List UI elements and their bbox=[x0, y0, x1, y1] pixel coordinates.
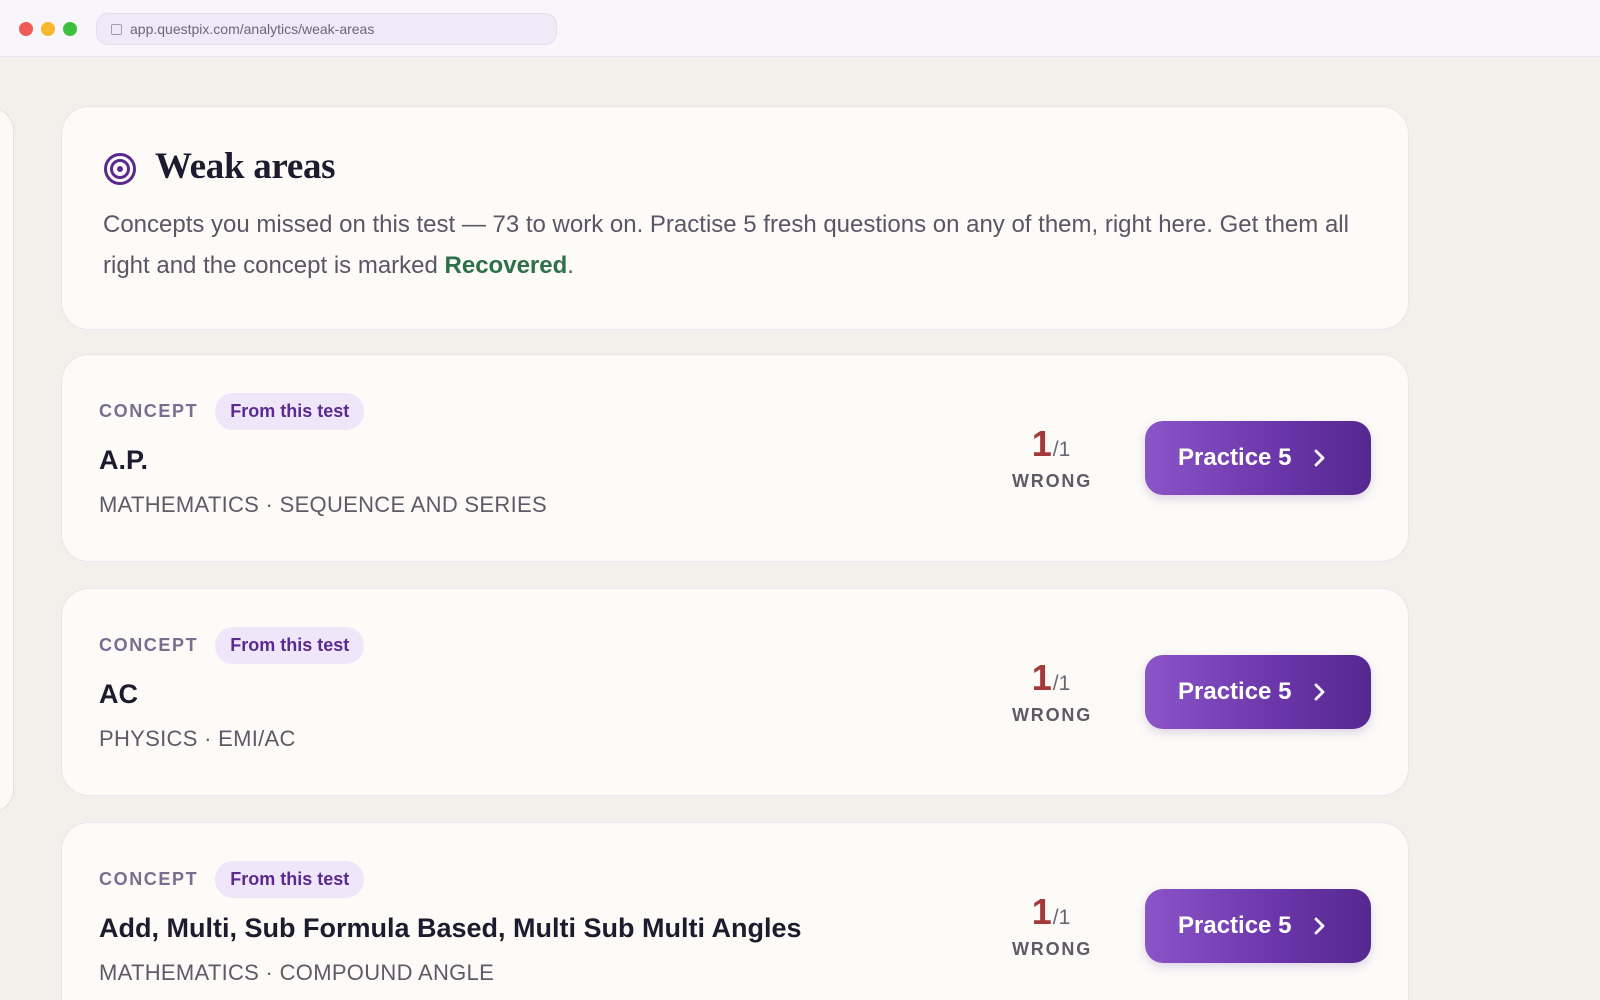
chevron-right-icon bbox=[1315, 683, 1325, 701]
wrong-label: WRONG bbox=[1012, 471, 1092, 491]
wrong-label: WRONG bbox=[1012, 939, 1092, 959]
wrong-score: 1 /1 WRONG bbox=[1012, 423, 1090, 492]
page-description: Concepts you missed on this test — 73 to… bbox=[103, 204, 1363, 286]
wrong-count: 1 bbox=[1031, 891, 1052, 932]
total-count: /1 bbox=[1052, 672, 1071, 695]
close-window-button[interactable] bbox=[19, 22, 33, 36]
from-test-badge: From this test bbox=[215, 627, 365, 664]
sidebar-panel-edge bbox=[0, 107, 14, 813]
concept-subject-chapter: PHYSICS · EMI/AC bbox=[99, 726, 296, 751]
page-icon bbox=[111, 23, 122, 35]
total-count: /1 bbox=[1052, 906, 1071, 929]
total-count: /1 bbox=[1052, 438, 1071, 461]
from-test-badge: From this test bbox=[215, 861, 365, 898]
description-text: Concepts you missed on this test — 73 to… bbox=[103, 211, 1349, 279]
concept-card: CONCEPT From this test AC PHYSICS · EMI/… bbox=[61, 588, 1409, 796]
concept-label: CONCEPT bbox=[99, 401, 199, 421]
page-title: Weak areas bbox=[155, 146, 336, 187]
concept-label: CONCEPT bbox=[99, 869, 199, 889]
practice-5-button[interactable]: Practice 5 bbox=[1145, 889, 1371, 963]
chevron-right-icon bbox=[1315, 449, 1325, 467]
concept-subject-chapter: MATHEMATICS · SEQUENCE AND SERIES bbox=[99, 492, 547, 517]
address-bar[interactable]: app.questpix.com/analytics/weak-areas bbox=[96, 13, 557, 45]
wrong-count: 1 bbox=[1031, 657, 1052, 698]
concept-card: CONCEPT From this test A.P. MATHEMATICS … bbox=[61, 354, 1409, 562]
maximize-window-button[interactable] bbox=[63, 22, 77, 36]
wrong-score: 1 /1 WRONG bbox=[1012, 657, 1090, 726]
concept-subject-chapter: MATHEMATICS · COMPOUND ANGLE bbox=[99, 960, 495, 985]
target-icon bbox=[104, 152, 136, 185]
weak-areas-header-card: Weak areas Concepts you missed on this t… bbox=[61, 106, 1409, 330]
practice-5-button[interactable]: Practice 5 bbox=[1145, 421, 1371, 495]
concept-card: CONCEPT From this test Add, Multi, Sub F… bbox=[61, 822, 1409, 1000]
practice-button-label: Practice 5 bbox=[1178, 678, 1292, 705]
description-end: . bbox=[567, 252, 574, 279]
concept-label: CONCEPT bbox=[99, 635, 199, 655]
url-text: app.questpix.com/analytics/weak-areas bbox=[130, 21, 375, 37]
minimize-window-button[interactable] bbox=[41, 22, 55, 36]
wrong-label: WRONG bbox=[1012, 705, 1092, 725]
recovered-highlight: Recovered bbox=[444, 252, 568, 279]
wrong-score: 1 /1 WRONG bbox=[1012, 891, 1090, 960]
concept-name: Add, Multi, Sub Formula Based, Multi Sub… bbox=[99, 913, 802, 943]
concept-name: AC bbox=[99, 679, 138, 709]
practice-5-button[interactable]: Practice 5 bbox=[1145, 655, 1371, 729]
practice-button-label: Practice 5 bbox=[1178, 912, 1292, 939]
from-test-badge: From this test bbox=[215, 393, 365, 430]
wrong-count: 1 bbox=[1031, 423, 1052, 464]
chevron-right-icon bbox=[1315, 917, 1325, 935]
concept-name: A.P. bbox=[99, 445, 149, 475]
browser-toolbar: app.questpix.com/analytics/weak-areas bbox=[0, 0, 1600, 57]
practice-button-label: Practice 5 bbox=[1178, 444, 1292, 471]
